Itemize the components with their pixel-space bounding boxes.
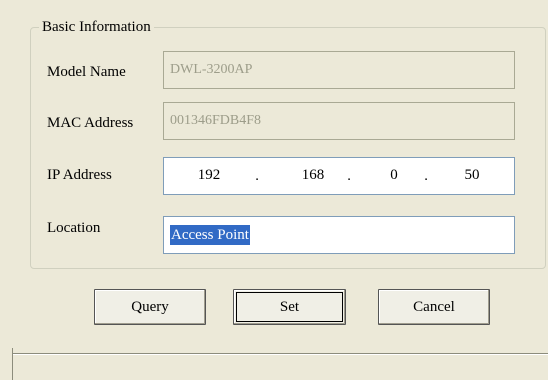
location-input[interactable]: Access Point (163, 216, 515, 254)
model-name-field: DWL-3200AP (163, 51, 515, 89)
ip-octet-4[interactable]: 50 (454, 158, 490, 192)
status-bar (13, 353, 548, 380)
mac-address-label: MAC Address (47, 115, 134, 131)
mac-address-field: 001346FDB4F8 (163, 102, 515, 140)
ip-octet-2[interactable]: 168 (293, 158, 333, 192)
ip-dot-2: . (347, 167, 352, 184)
cancel-button[interactable]: Cancel (378, 289, 490, 325)
set-button[interactable]: Set (233, 289, 346, 325)
ip-dot-3: . (424, 167, 429, 184)
ip-address-input[interactable]: 192 . 168 . 0 . 50 (163, 157, 515, 195)
ip-octet-3[interactable]: 0 (379, 158, 409, 192)
location-selected-text[interactable]: Access Point (170, 225, 250, 245)
group-title: Basic Information (39, 18, 154, 36)
location-label: Location (47, 220, 101, 236)
model-name-label: Model Name (47, 64, 126, 80)
ip-dot-1: . (255, 167, 260, 184)
ip-octet-1[interactable]: 192 (189, 158, 229, 192)
query-button[interactable]: Query (94, 289, 206, 325)
ip-address-label: IP Address (47, 167, 112, 183)
